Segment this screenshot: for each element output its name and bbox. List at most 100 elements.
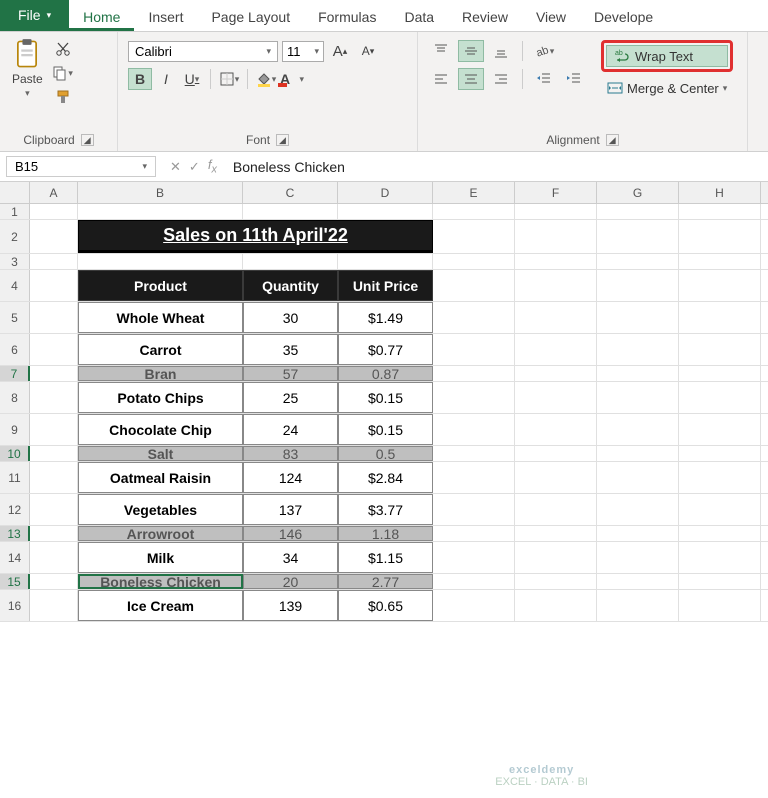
col-header-H[interactable]: H (679, 182, 761, 203)
cell-product[interactable]: Whole Wheat (78, 302, 243, 333)
cell[interactable] (433, 574, 515, 589)
cell[interactable] (30, 462, 78, 493)
cell[interactable] (679, 414, 761, 445)
align-bottom-button[interactable] (488, 40, 514, 62)
cell[interactable] (433, 204, 515, 219)
cell[interactable] (679, 254, 761, 269)
cell[interactable] (433, 494, 515, 525)
cell[interactable] (597, 446, 679, 461)
cell[interactable] (243, 204, 338, 219)
col-header-G[interactable]: G (597, 182, 679, 203)
cell[interactable] (597, 334, 679, 365)
cell[interactable] (515, 366, 597, 381)
align-center-button[interactable] (458, 68, 484, 90)
cell-price[interactable]: 0.87 (338, 366, 433, 381)
cell-quantity[interactable]: 30 (243, 302, 338, 333)
row-header[interactable]: 15 (0, 574, 30, 589)
cell[interactable] (597, 542, 679, 573)
cell[interactable] (515, 414, 597, 445)
cell-quantity[interactable]: 25 (243, 382, 338, 413)
cell[interactable] (597, 302, 679, 333)
row-header[interactable]: 16 (0, 590, 30, 621)
fx-icon[interactable]: fx (208, 157, 217, 176)
cell[interactable] (679, 494, 761, 525)
row-header[interactable]: 14 (0, 542, 30, 573)
cell[interactable] (433, 334, 515, 365)
wrap-text-button[interactable]: ab Wrap Text (606, 45, 728, 67)
cell-price[interactable]: $2.84 (338, 462, 433, 493)
cell-quantity[interactable]: 146 (243, 526, 338, 541)
cell[interactable] (515, 334, 597, 365)
cell[interactable] (597, 254, 679, 269)
underline-button[interactable]: U▾ (180, 68, 204, 90)
row-header[interactable]: 7 (0, 366, 30, 381)
row-header[interactable]: 4 (0, 270, 30, 301)
cell[interactable] (679, 382, 761, 413)
cell[interactable] (679, 302, 761, 333)
cell[interactable] (515, 302, 597, 333)
cut-button[interactable] (51, 38, 75, 60)
tab-review[interactable]: Review (448, 3, 522, 31)
cell[interactable] (515, 462, 597, 493)
cell[interactable] (30, 526, 78, 541)
cell[interactable] (433, 220, 515, 253)
cell[interactable] (30, 204, 78, 219)
header-product[interactable]: Product (78, 270, 243, 301)
cell[interactable] (338, 254, 433, 269)
tab-insert[interactable]: Insert (134, 3, 197, 31)
borders-button[interactable]: ▾ (217, 68, 241, 90)
row-header[interactable]: 8 (0, 382, 30, 413)
increase-font-button[interactable]: A▴ (328, 40, 352, 62)
col-header-F[interactable]: F (515, 182, 597, 203)
row-header[interactable]: 5 (0, 302, 30, 333)
italic-button[interactable]: I (154, 68, 178, 90)
cell-quantity[interactable]: 83 (243, 446, 338, 461)
cell-quantity[interactable]: 124 (243, 462, 338, 493)
header-price[interactable]: Unit Price (338, 270, 433, 301)
cell-quantity[interactable]: 35 (243, 334, 338, 365)
cell-product[interactable]: Bran (78, 366, 243, 381)
cell[interactable] (679, 590, 761, 621)
cell[interactable] (515, 494, 597, 525)
align-top-button[interactable] (428, 40, 454, 62)
cell[interactable] (679, 446, 761, 461)
format-painter-button[interactable] (51, 86, 75, 108)
merge-center-button[interactable]: Merge & Center ▾ (601, 78, 733, 98)
col-header-B[interactable]: B (78, 182, 243, 203)
cell[interactable] (679, 366, 761, 381)
cell[interactable] (515, 254, 597, 269)
row-header[interactable]: 6 (0, 334, 30, 365)
cell[interactable] (597, 204, 679, 219)
cell[interactable] (78, 254, 243, 269)
cell-product[interactable]: Milk (78, 542, 243, 573)
cell[interactable] (679, 270, 761, 301)
cell[interactable] (597, 494, 679, 525)
cell-quantity[interactable]: 24 (243, 414, 338, 445)
formula-bar-input[interactable]: Boneless Chicken (225, 157, 768, 177)
cell[interactable] (433, 446, 515, 461)
bold-button[interactable]: B (128, 68, 152, 90)
cell-quantity[interactable]: 20 (243, 574, 338, 589)
tab-developer[interactable]: Develope (580, 3, 667, 31)
dialog-launcher-icon[interactable]: ◢ (606, 134, 619, 146)
cell[interactable] (515, 526, 597, 541)
cell[interactable] (338, 204, 433, 219)
orientation-button[interactable]: ab▾ (531, 40, 557, 62)
cell-product[interactable]: Chocolate Chip (78, 414, 243, 445)
row-header[interactable]: 2 (0, 220, 30, 253)
cell-price[interactable]: $0.15 (338, 414, 433, 445)
cell[interactable] (433, 526, 515, 541)
decrease-indent-button[interactable] (531, 68, 557, 90)
cell[interactable] (597, 590, 679, 621)
tab-formulas[interactable]: Formulas (304, 3, 390, 31)
title-cell[interactable]: Sales on 11th April'22 (78, 220, 433, 253)
cell-price[interactable]: $0.77 (338, 334, 433, 365)
tab-view[interactable]: View (522, 3, 580, 31)
cell[interactable] (679, 462, 761, 493)
cell[interactable] (433, 382, 515, 413)
cell[interactable] (597, 270, 679, 301)
cell-quantity[interactable]: 57 (243, 366, 338, 381)
cell[interactable] (30, 270, 78, 301)
cell-product[interactable]: Arrowroot (78, 526, 243, 541)
cell-price[interactable]: $1.15 (338, 542, 433, 573)
